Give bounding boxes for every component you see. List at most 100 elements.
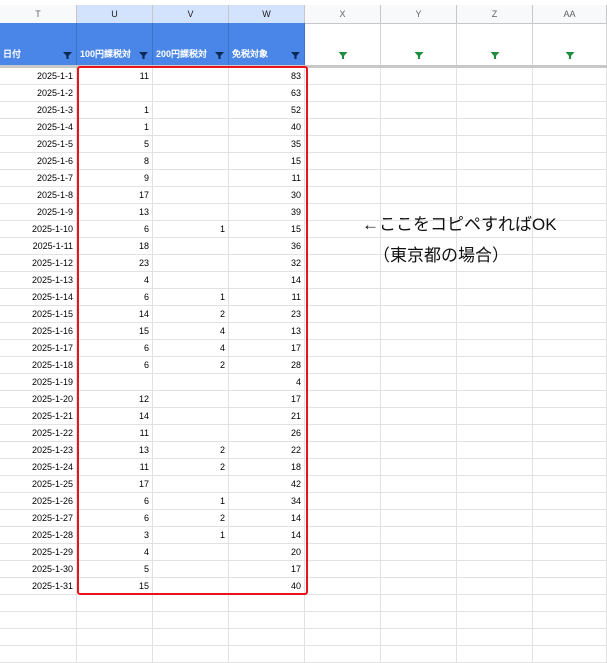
cell-v[interactable] <box>153 561 229 578</box>
cell-t[interactable]: 2025-1-19 <box>0 374 77 391</box>
cell-v[interactable] <box>153 544 229 561</box>
cell-w[interactable]: 14 <box>229 510 305 527</box>
cell-t[interactable]: 2025-1-14 <box>0 289 77 306</box>
cell-t[interactable]: 2025-1-3 <box>0 102 77 119</box>
cell-u[interactable]: 5 <box>77 136 153 153</box>
cell-aa[interactable] <box>533 238 607 255</box>
cell-aa[interactable] <box>533 476 607 493</box>
cell-t[interactable]: 2025-1-8 <box>0 187 77 204</box>
cell-w[interactable]: 21 <box>229 408 305 425</box>
cell-x[interactable] <box>305 255 381 272</box>
column-letter-aa[interactable]: AA <box>533 5 607 23</box>
cell-x[interactable] <box>305 136 381 153</box>
cell-u[interactable]: 4 <box>77 272 153 289</box>
header-cell-aa[interactable] <box>533 23 607 65</box>
cell-aa[interactable] <box>533 510 607 527</box>
cell-x[interactable] <box>305 272 381 289</box>
cell-x[interactable] <box>305 102 381 119</box>
cell-w[interactable]: 11 <box>229 289 305 306</box>
cell-v[interactable] <box>153 187 229 204</box>
cell-z[interactable] <box>457 442 533 459</box>
cell-aa[interactable] <box>533 357 607 374</box>
cell-w[interactable]: 36 <box>229 238 305 255</box>
cell-v[interactable] <box>153 153 229 170</box>
cell-v[interactable] <box>153 391 229 408</box>
cell-t[interactable]: 2025-1-25 <box>0 476 77 493</box>
cell-v[interactable] <box>153 204 229 221</box>
filter-icon[interactable] <box>338 52 348 59</box>
cell-aa[interactable] <box>533 442 607 459</box>
cell-w[interactable]: 17 <box>229 340 305 357</box>
cell-y[interactable] <box>381 136 457 153</box>
cell-y[interactable] <box>381 289 457 306</box>
cell-v[interactable]: 2 <box>153 442 229 459</box>
cell-x[interactable] <box>305 646 381 663</box>
cell-u[interactable] <box>77 595 153 612</box>
cell-w[interactable] <box>229 646 305 663</box>
cell-y[interactable] <box>381 85 457 102</box>
cell-v[interactable] <box>153 102 229 119</box>
cell-z[interactable] <box>457 306 533 323</box>
cell-x[interactable] <box>305 391 381 408</box>
cell-w[interactable]: 30 <box>229 187 305 204</box>
filter-icon[interactable] <box>63 52 72 59</box>
cell-y[interactable] <box>381 595 457 612</box>
cell-x[interactable] <box>305 476 381 493</box>
cell-w[interactable]: 40 <box>229 119 305 136</box>
cell-u[interactable]: 23 <box>77 255 153 272</box>
cell-z[interactable] <box>457 289 533 306</box>
cell-u[interactable]: 13 <box>77 442 153 459</box>
column-letter-w[interactable]: W <box>229 5 305 23</box>
cell-aa[interactable] <box>533 170 607 187</box>
cell-u[interactable]: 1 <box>77 119 153 136</box>
cell-aa[interactable] <box>533 153 607 170</box>
cell-x[interactable] <box>305 153 381 170</box>
cell-u[interactable] <box>77 374 153 391</box>
cell-y[interactable] <box>381 68 457 85</box>
cell-w[interactable]: 15 <box>229 153 305 170</box>
cell-aa[interactable] <box>533 391 607 408</box>
cell-t[interactable]: 2025-1-18 <box>0 357 77 374</box>
column-letter-t[interactable]: T <box>0 5 77 23</box>
cell-aa[interactable] <box>533 544 607 561</box>
cell-t[interactable]: 2025-1-30 <box>0 561 77 578</box>
cell-x[interactable] <box>305 544 381 561</box>
cell-x[interactable] <box>305 527 381 544</box>
cell-y[interactable] <box>381 612 457 629</box>
cell-x[interactable] <box>305 425 381 442</box>
cell-v[interactable] <box>153 68 229 85</box>
cell-aa[interactable] <box>533 595 607 612</box>
filter-icon[interactable] <box>291 52 300 59</box>
cell-aa[interactable] <box>533 306 607 323</box>
cell-t[interactable]: 2025-1-2 <box>0 85 77 102</box>
cell-y[interactable] <box>381 323 457 340</box>
cell-v[interactable] <box>153 238 229 255</box>
cell-t[interactable] <box>0 612 77 629</box>
cell-aa[interactable] <box>533 85 607 102</box>
cell-u[interactable]: 9 <box>77 170 153 187</box>
cell-z[interactable] <box>457 391 533 408</box>
cell-w[interactable]: 14 <box>229 272 305 289</box>
cell-v[interactable] <box>153 595 229 612</box>
cell-t[interactable]: 2025-1-11 <box>0 238 77 255</box>
filter-icon[interactable] <box>414 52 424 59</box>
cell-w[interactable]: 32 <box>229 255 305 272</box>
cell-v[interactable]: 2 <box>153 357 229 374</box>
cell-y[interactable] <box>381 340 457 357</box>
cell-w[interactable]: 39 <box>229 204 305 221</box>
cell-y[interactable] <box>381 493 457 510</box>
cell-x[interactable] <box>305 187 381 204</box>
cell-u[interactable]: 11 <box>77 459 153 476</box>
cell-u[interactable]: 8 <box>77 153 153 170</box>
column-letter-x[interactable]: X <box>305 5 381 23</box>
cell-x[interactable] <box>305 85 381 102</box>
cell-aa[interactable] <box>533 136 607 153</box>
cell-t[interactable]: 2025-1-24 <box>0 459 77 476</box>
cell-z[interactable] <box>457 102 533 119</box>
cell-z[interactable] <box>457 323 533 340</box>
cell-v[interactable] <box>153 255 229 272</box>
cell-y[interactable] <box>381 306 457 323</box>
cell-x[interactable] <box>305 340 381 357</box>
cell-x[interactable] <box>305 561 381 578</box>
cell-aa[interactable] <box>533 425 607 442</box>
